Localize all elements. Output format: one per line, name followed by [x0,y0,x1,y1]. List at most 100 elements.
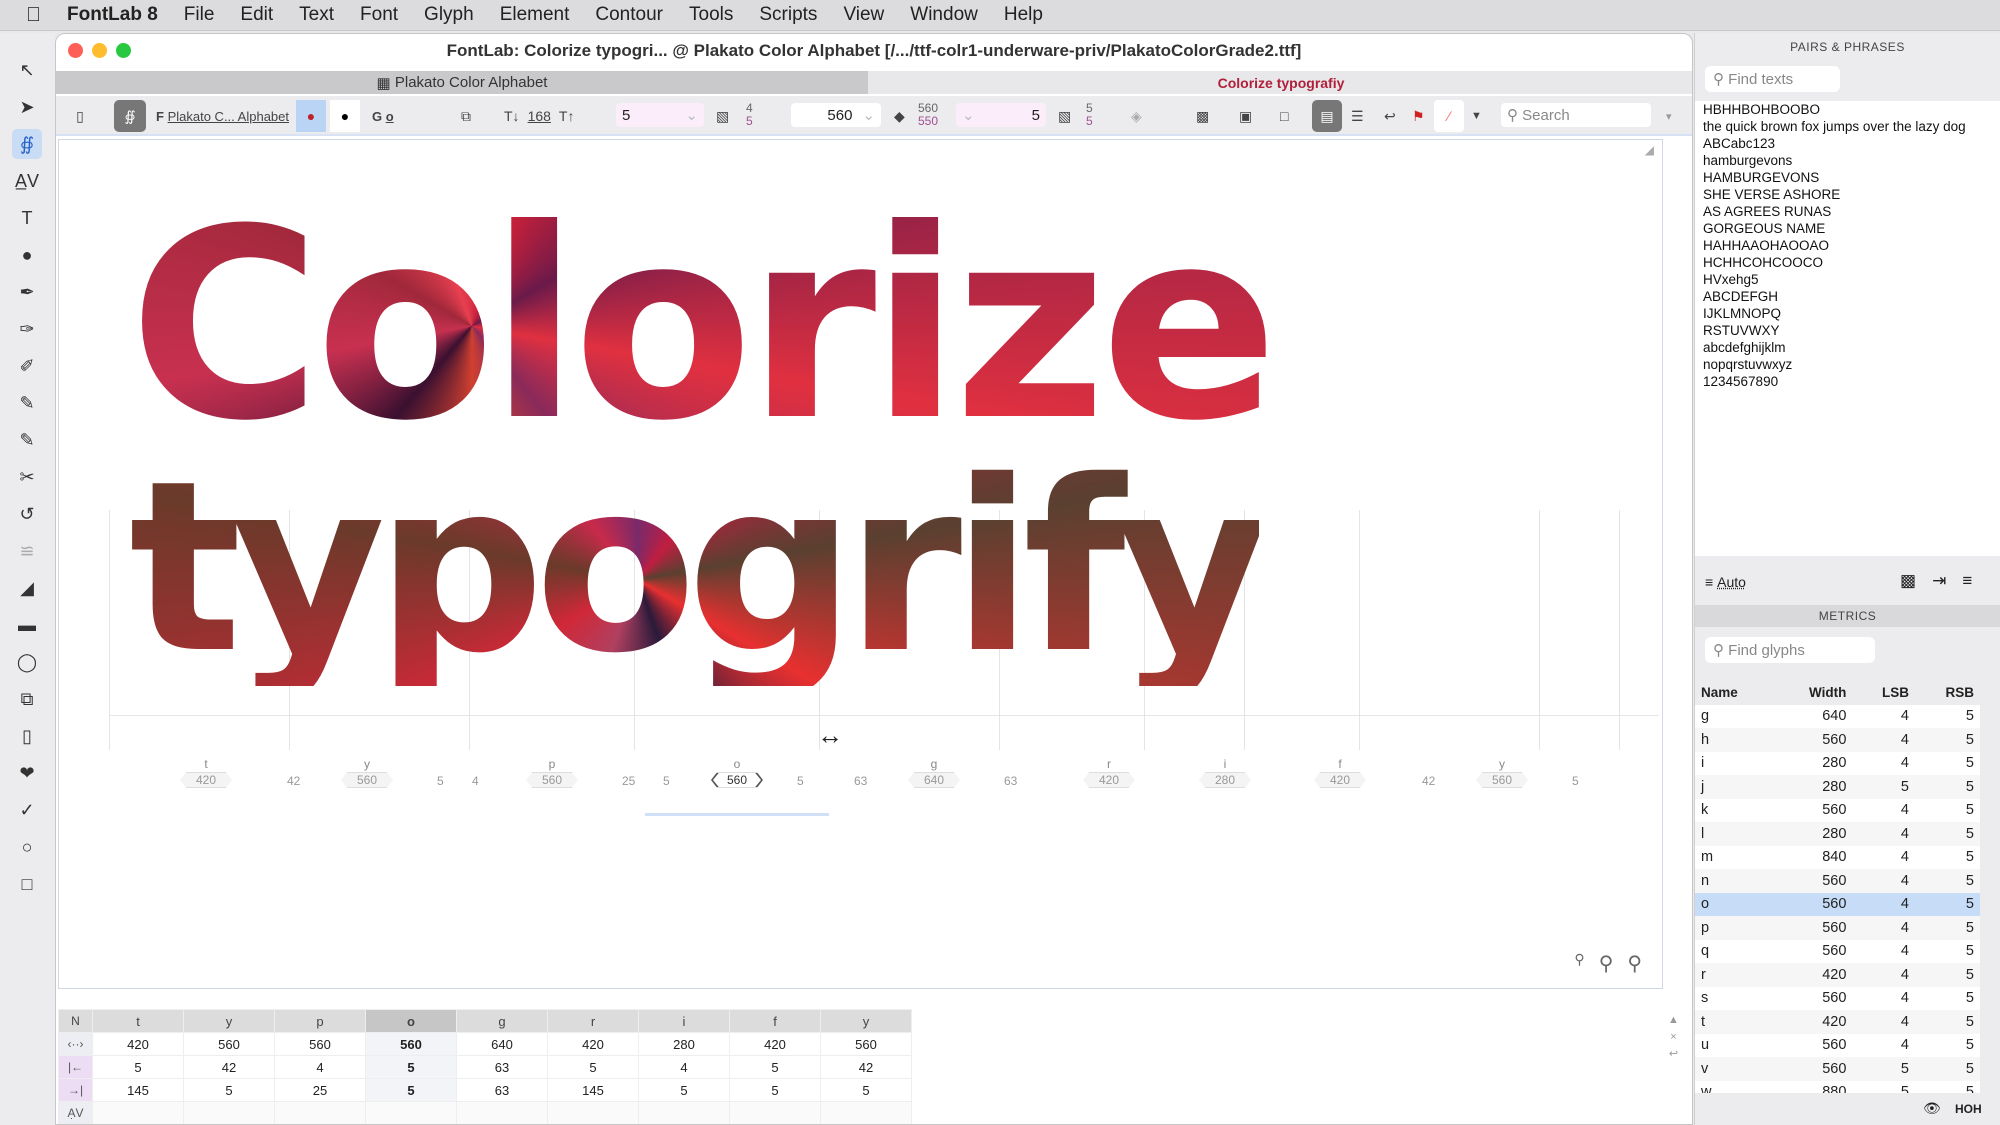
text-line-1[interactable]: Colorize [129,195,1278,457]
text-list-item[interactable]: nopqrstuvwxyz [1695,356,2000,373]
scissors-tool-icon[interactable]: ✂ [12,462,42,492]
ruler-tool-icon[interactable]: ▬ [12,610,42,640]
menu-icon[interactable]: ≡ [1962,571,1972,591]
chevron-down-icon[interactable]: ⌄ [685,106,698,124]
table-cell-lsb[interactable]: 5 [92,1055,184,1079]
menu-element[interactable]: Element [500,4,570,26]
size-down-icon[interactable]: T↓ [504,108,520,124]
kerning-tool-icon[interactable]: A̲V [12,166,42,196]
metric-width-field[interactable]: 560 [1476,772,1528,788]
table-cell-lsb[interactable]: 42 [820,1055,912,1079]
metrics-row[interactable]: h 560 4 5 [1695,728,1980,752]
menu-text[interactable]: Text [299,4,334,26]
knife-tool-icon[interactable]: ✎ [12,425,42,455]
scale-tool-icon[interactable]: ⧉ [12,684,42,714]
menu-scripts[interactable]: Scripts [759,4,817,26]
metric-rsb-field[interactable]: 63 [1004,774,1017,788]
menu-tools[interactable]: Tools [689,4,733,26]
glyph-selector[interactable]: G o [372,100,394,132]
find-glyphs-input[interactable]: ⚲ Find glyphs [1705,637,1875,663]
text-list-item[interactable]: ABCabc123 [1695,135,2000,152]
metrics-row[interactable]: m 840 4 5 [1695,845,1980,869]
text-list-item[interactable]: HAMBURGEVONS [1695,169,2000,186]
text-list-item[interactable]: HCHHCOHCOOCO [1695,254,2000,271]
size-up-icon[interactable]: T↑ [559,108,575,124]
table-cell-lsb[interactable]: 42 [183,1055,275,1079]
lsb-link-icon[interactable]: ▧ [716,100,729,132]
metric-rsb-field[interactable]: 25 [622,774,635,788]
table-cell-names[interactable]: p [274,1009,366,1033]
table-cell-lsb[interactable]: 5 [547,1055,639,1079]
kerning-cell[interactable] [547,1101,639,1124]
table-cell-names[interactable]: y [820,1009,912,1033]
table-cell-lsb[interactable]: 4 [638,1055,730,1079]
font-selector[interactable]: F Plakato C... Alphabet [156,100,289,132]
metrics-row[interactable]: t 420 4 5 [1695,1010,1980,1034]
table-cell-rsb[interactable]: 25 [274,1078,366,1102]
table-cell-lsb[interactable]: 5 [729,1055,821,1079]
flag-icon[interactable]: ⚑ [1412,100,1425,132]
eraser-tool-icon[interactable]: ● [12,240,42,270]
metric-width-field[interactable]: 640 [908,772,960,788]
text-list-item[interactable]: IJKLMNOPQ [1695,305,2000,322]
table-cell-names[interactable]: t [92,1009,184,1033]
metric-lsb-field[interactable]: 63 [854,774,867,788]
width-field[interactable]: 560 ⌄ [791,103,881,127]
menu-help[interactable]: Help [1004,4,1043,26]
table-cell-widths[interactable]: 420 [729,1032,821,1056]
table-cell-lsb[interactable]: 4 [274,1055,366,1079]
import-icon[interactable]: ⇥ [1932,571,1946,591]
copy-icon[interactable]: ⧉ [461,100,471,132]
rsb-field[interactable]: ⌄ 5 [956,103,1046,127]
rectangle-tool-icon[interactable]: □ [12,869,42,899]
table-cell-widths[interactable]: 640 [456,1032,548,1056]
kerning-cell[interactable] [456,1101,548,1124]
find-texts-input[interactable]: ⚲ Find texts [1705,66,1840,92]
text-size-value[interactable]: 168 [528,108,551,124]
column-header-width[interactable]: Width [1773,681,1853,705]
glyph-canvas[interactable]: Colorize typogrify t 420 y 560 42 5 p 560 4 25 o 56… [58,139,1663,989]
chevron-down-icon[interactable]: ⌄ [862,106,875,124]
text-list-item[interactable]: HBHHBOHBOOBO [1695,101,2000,118]
close-button[interactable] [68,43,83,58]
kerning-cell[interactable] [92,1101,184,1124]
text-list-item[interactable]: the quick brown fox jumps over the lazy … [1695,118,2000,135]
menu-contour[interactable]: Contour [595,4,663,26]
wrap-icon[interactable]: ↩ [1668,1046,1679,1063]
preview-string[interactable]: HOH [1955,1102,1982,1116]
metric-width-field[interactable]: 420 [1314,772,1366,788]
text-list-item[interactable]: ABCDEFGH [1695,288,2000,305]
menu-view[interactable]: View [843,4,884,26]
table-cell-rsb[interactable]: 5 [183,1078,275,1102]
metrics-row[interactable]: k 560 4 5 [1695,798,1980,822]
frame-icon[interactable]: □ [1280,100,1288,132]
chevron-down-icon[interactable]: ⌄ [962,106,975,124]
text-list-item[interactable]: abcdefghijklm [1695,339,2000,356]
table-cell-rsb[interactable]: 5 [365,1078,457,1102]
metric-lsb-field[interactable]: 5 [663,774,670,788]
table-cell-widths[interactable]: 560 [820,1032,912,1056]
metrics-row[interactable]: j 280 5 5 [1695,775,1980,799]
metric-lsb-field[interactable]: 42 [287,774,300,788]
table-cell-rsb[interactable]: 145 [547,1078,639,1102]
table-cell-names[interactable]: r [547,1009,639,1033]
table-cell-widths[interactable]: 420 [92,1032,184,1056]
table-cell-lsb[interactable]: 63 [456,1055,548,1079]
corner-icon[interactable]: ◢ [1645,143,1654,157]
guide-tool-icon[interactable]: ≌ [12,536,42,566]
table-cell-rsb[interactable]: 5 [820,1078,912,1102]
kerning-cell[interactable] [638,1101,730,1124]
minimize-button[interactable] [92,43,107,58]
table-cell-names[interactable]: g [456,1009,548,1033]
table-cell-rsb[interactable]: 5 [729,1078,821,1102]
sidebar-toggle-icon[interactable]: ▯ [68,100,92,132]
panel-view-button[interactable]: ▤ [1312,100,1342,132]
column-header-lsb[interactable]: LSB [1852,681,1915,705]
tab-preview[interactable]: Colorize typografiy [868,71,1692,94]
text-line-2[interactable]: typogrify [129,450,1269,686]
eyedropper-tool-icon[interactable]: ✓ [12,795,42,825]
table-cell-rsb[interactable]: 145 [92,1078,184,1102]
pointer-tool-icon[interactable]: ↖ [12,55,42,85]
metrics-row[interactable]: r 420 4 5 [1695,963,1980,987]
kerning-classes-icon[interactable]: ▩ [1196,100,1209,132]
